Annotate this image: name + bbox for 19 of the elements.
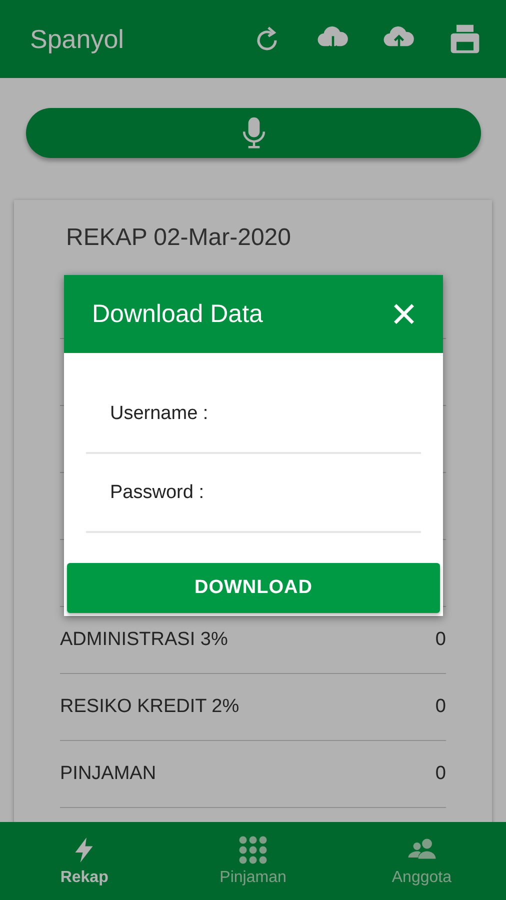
grid-icon	[238, 835, 268, 865]
download-button[interactable]: DOWNLOAD	[67, 563, 440, 613]
input-field[interactable]: Password :	[86, 454, 421, 533]
rekap-title: REKAP 02-Mar-2020	[66, 224, 292, 253]
row-label: ADMINISTRASI 3%	[60, 629, 228, 651]
voice-button[interactable]	[26, 108, 481, 158]
row-value: 0	[435, 696, 446, 718]
print-icon[interactable]	[448, 22, 482, 56]
nav-tab[interactable]: Pinjaman	[168, 822, 338, 900]
dialog-title: Download Data	[92, 300, 263, 328]
app-title: Spanyol	[30, 24, 125, 54]
nav-tab[interactable]: Anggota	[337, 822, 506, 900]
row-label: RESIKO KREDIT 2%	[60, 696, 240, 718]
row-label: PINJAMAN	[60, 763, 156, 785]
row-value: 0	[435, 763, 446, 785]
close-icon[interactable]	[393, 303, 415, 325]
row-value: 0	[435, 629, 446, 651]
input-field[interactable]: Username :	[86, 375, 421, 454]
nav-tab[interactable]: Rekap	[0, 822, 169, 900]
